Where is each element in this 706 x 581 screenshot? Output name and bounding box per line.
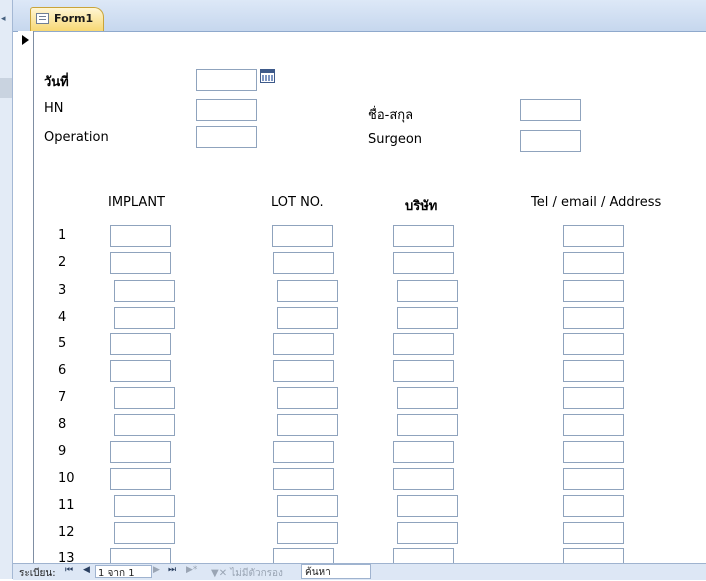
implant-field[interactable] xyxy=(110,441,171,463)
company-field[interactable] xyxy=(393,468,454,490)
contact-field[interactable] xyxy=(563,522,624,544)
col-header-lot: LOT NO. xyxy=(271,195,324,210)
collapse-arrow-icon[interactable]: ◂ xyxy=(1,14,6,24)
contact-field[interactable] xyxy=(563,387,624,409)
lot-field[interactable] xyxy=(273,252,334,274)
name-label: ชื่อ-สกุล xyxy=(368,108,414,123)
date-field[interactable] xyxy=(196,69,257,91)
navigation-pane-strip[interactable]: ◂ xyxy=(0,0,13,579)
row-number: 9 xyxy=(58,444,67,459)
first-record-icon[interactable]: ⏮ xyxy=(65,565,73,575)
contact-field[interactable] xyxy=(563,333,624,355)
lot-field[interactable] xyxy=(277,280,338,302)
company-field[interactable] xyxy=(393,441,454,463)
contact-field[interactable] xyxy=(563,441,624,463)
new-record-icon[interactable]: ▶* xyxy=(186,565,197,575)
tab-label: Form1 xyxy=(54,12,94,25)
hn-label: HN xyxy=(44,101,64,116)
row-number: 10 xyxy=(58,471,75,486)
contact-field[interactable] xyxy=(563,280,624,302)
contact-field[interactable] xyxy=(563,468,624,490)
record-navigation-bar: ระเบียน: ⏮ ◀ 1 จาก 1 ▶ ⏭ ▶* ▼✕ ไม่มีตัวก… xyxy=(13,563,706,580)
company-field[interactable] xyxy=(393,333,454,355)
implant-field[interactable] xyxy=(114,522,175,544)
last-record-icon[interactable]: ⏭ xyxy=(168,565,176,575)
lot-field[interactable] xyxy=(273,441,334,463)
contact-field[interactable] xyxy=(563,495,624,517)
row-number: 11 xyxy=(58,498,75,513)
col-header-company: บริษัท xyxy=(405,199,438,214)
implant-field[interactable] xyxy=(110,252,171,274)
row-number: 7 xyxy=(58,390,67,405)
record-selector[interactable] xyxy=(18,31,34,563)
company-field[interactable] xyxy=(397,387,458,409)
document-tab-bar: Form1 xyxy=(13,0,706,32)
current-record-arrow-icon xyxy=(22,35,29,45)
filter-icon: ▼✕ xyxy=(211,568,228,579)
row-number: 12 xyxy=(58,525,75,540)
company-field[interactable] xyxy=(397,522,458,544)
implant-field[interactable] xyxy=(114,387,175,409)
form-icon xyxy=(36,13,49,24)
lot-field[interactable] xyxy=(277,387,338,409)
contact-field[interactable] xyxy=(563,252,624,274)
lot-field[interactable] xyxy=(273,333,334,355)
operation-label: Operation xyxy=(44,130,109,145)
implant-field[interactable] xyxy=(110,468,171,490)
next-record-icon[interactable]: ▶ xyxy=(153,565,160,575)
hn-field[interactable] xyxy=(196,99,257,121)
search-input[interactable]: ค้นหา xyxy=(301,564,371,579)
lot-field[interactable] xyxy=(277,495,338,517)
contact-field[interactable] xyxy=(563,307,624,329)
contact-field[interactable] xyxy=(563,225,624,247)
row-number: 6 xyxy=(58,363,67,378)
operation-field[interactable] xyxy=(196,126,257,148)
implant-field[interactable] xyxy=(110,360,171,382)
lot-field[interactable] xyxy=(273,468,334,490)
lot-field[interactable] xyxy=(277,307,338,329)
col-header-contact: Tel / email / Address xyxy=(531,195,662,210)
calendar-icon[interactable] xyxy=(260,69,275,83)
row-number: 8 xyxy=(58,417,67,432)
company-field[interactable] xyxy=(397,495,458,517)
company-field[interactable] xyxy=(397,280,458,302)
date-label: วันที่ xyxy=(44,75,69,90)
company-field[interactable] xyxy=(397,414,458,436)
current-record-input[interactable]: 1 จาก 1 xyxy=(95,565,152,579)
lot-field[interactable] xyxy=(272,225,333,247)
col-header-implant: IMPLANT xyxy=(108,195,165,210)
contact-field[interactable] xyxy=(563,360,624,382)
surgeon-label: Surgeon xyxy=(368,132,423,147)
implant-field[interactable] xyxy=(110,333,171,355)
company-field[interactable] xyxy=(393,225,454,247)
lot-field[interactable] xyxy=(273,360,334,382)
filter-label: ไม่มีตัวกรอง xyxy=(230,568,283,579)
row-number: 1 xyxy=(58,228,67,243)
name-field[interactable] xyxy=(520,99,581,121)
row-number: 3 xyxy=(58,283,67,298)
row-number: 5 xyxy=(58,336,67,351)
navigation-pane-band xyxy=(0,78,12,98)
contact-field[interactable] xyxy=(563,414,624,436)
company-field[interactable] xyxy=(393,360,454,382)
surgeon-field[interactable] xyxy=(520,130,581,152)
lot-field[interactable] xyxy=(277,522,338,544)
company-field[interactable] xyxy=(397,307,458,329)
implant-field[interactable] xyxy=(114,280,175,302)
implant-field[interactable] xyxy=(114,307,175,329)
lot-field[interactable] xyxy=(277,414,338,436)
company-field[interactable] xyxy=(393,252,454,274)
row-number: 4 xyxy=(58,310,67,325)
row-number: 2 xyxy=(58,255,67,270)
implant-field[interactable] xyxy=(114,414,175,436)
previous-record-icon[interactable]: ◀ xyxy=(83,565,90,575)
implant-field[interactable] xyxy=(114,495,175,517)
tab-form1[interactable]: Form1 xyxy=(30,7,104,31)
implant-field[interactable] xyxy=(110,225,171,247)
